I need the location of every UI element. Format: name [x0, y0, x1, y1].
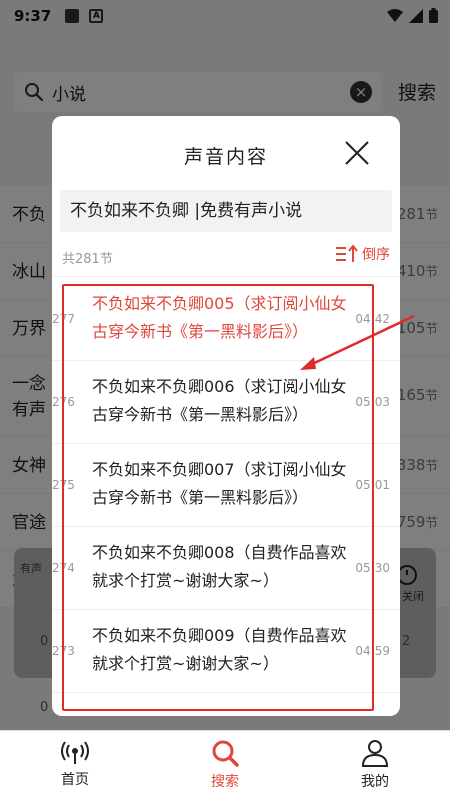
bottom-nav: 首页 搜索 我的	[0, 730, 450, 800]
modal-header: 声音内容	[52, 116, 400, 186]
divider	[52, 276, 400, 277]
nav-search-label: 搜索	[211, 774, 239, 790]
nav-home-label: 首页	[61, 772, 89, 788]
nav-search[interactable]: 搜索	[150, 731, 300, 800]
sort-icon	[336, 245, 358, 262]
close-icon[interactable]	[342, 138, 372, 168]
sort-button[interactable]: 倒序	[336, 244, 390, 264]
nav-home[interactable]: 首页	[0, 731, 150, 800]
search-icon	[212, 740, 239, 767]
user-icon	[361, 740, 389, 767]
annotation-box	[62, 284, 374, 711]
episode-total: 共281节	[62, 252, 113, 267]
broadcast-icon	[61, 741, 89, 764]
nav-mine-label: 我的	[361, 774, 389, 790]
nav-mine[interactable]: 我的	[300, 731, 450, 800]
sort-label: 倒序	[362, 247, 390, 263]
album-title: 不负如来不负卿 |免费有声小说	[60, 190, 392, 232]
